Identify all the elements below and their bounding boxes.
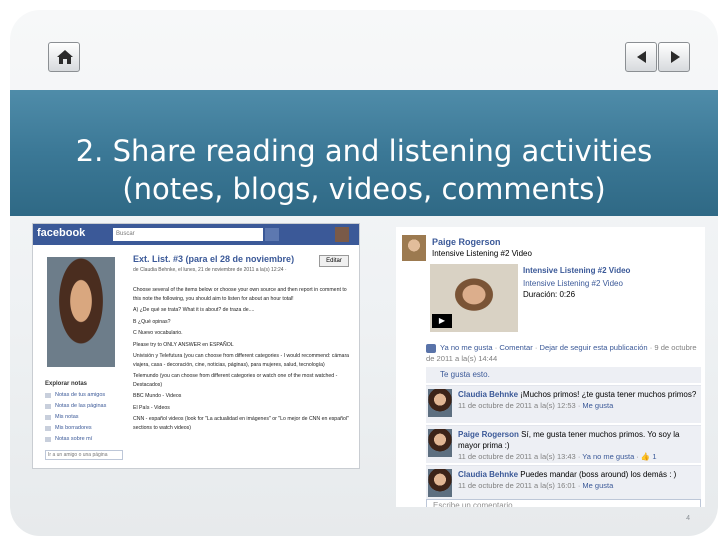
note-paragraph: C Nuevo vocabulario. <box>133 330 183 336</box>
facebook-top-bar: facebook Buscar <box>33 224 359 245</box>
unlike-link[interactable]: Ya no me gusta <box>426 343 493 352</box>
arrow-right-icon <box>671 51 680 63</box>
video-description: Intensive Listening #2 Video <box>523 279 623 288</box>
comment-link[interactable]: Comentar <box>499 343 532 352</box>
avatar <box>428 469 452 497</box>
home-icon <box>57 50 73 64</box>
search-icon[interactable] <box>265 228 279 241</box>
avatar <box>428 389 452 417</box>
video-thumbnail[interactable]: ▶ <box>430 264 518 332</box>
comment: Claudia Behnke ¡Muchos primos! ¿te gusta… <box>426 385 701 423</box>
explore-list: Notas de tus amigos Notas de las páginas… <box>45 390 130 445</box>
home-button[interactable] <box>48 42 80 72</box>
back-button[interactable] <box>625 42 657 72</box>
facebook-note-screenshot: facebook Buscar Explorar notas Notas de … <box>32 223 360 469</box>
edit-button[interactable]: Editar <box>319 255 349 267</box>
comment-date: 11 de octubre de 2011 a la(s) 16:01 <box>458 481 576 490</box>
note-meta: de Claudia Behnke, el lunes, 21 de novie… <box>133 267 287 273</box>
note-paragraph: A) ¿De qué se trata? What it is about? d… <box>133 307 255 313</box>
duration-value: 0:26 <box>559 290 576 299</box>
explore-item[interactable]: Mis notas <box>45 412 130 423</box>
comment-input[interactable]: Escribe un comentario... <box>426 499 701 507</box>
note-body: Choose several of the items below or cho… <box>133 286 351 435</box>
comment-author[interactable]: Claudia Behnke <box>458 470 518 479</box>
note-paragraph: Please try to ONLY ANSWER en ESPAÑOL <box>133 341 234 348</box>
explore-item[interactable]: Mis borradores <box>45 423 130 434</box>
facebook-logo: facebook <box>37 227 86 239</box>
note-paragraph: Telemundo (you can choose from different… <box>133 373 338 388</box>
explore-heading: Explorar notas <box>45 381 88 387</box>
play-icon[interactable]: ▶ <box>432 314 452 328</box>
note-paragraph: Choose several of the items below or cho… <box>133 287 347 302</box>
duration-label: Duración: <box>523 290 558 299</box>
title-band: 2. Share reading and listening activitie… <box>10 90 718 216</box>
avatar <box>428 429 452 457</box>
avatar <box>335 227 349 242</box>
like-link[interactable]: Me gusta <box>582 401 613 410</box>
profile-photo <box>47 257 115 367</box>
arrow-left-icon <box>637 51 646 63</box>
slide-title-line1: 2. Share reading and listening activitie… <box>75 134 653 168</box>
video-duration: Duración: 0:26 <box>523 290 575 299</box>
like-link[interactable]: Me gusta <box>582 481 613 490</box>
explore-item[interactable]: Notas sobre mí <box>45 434 130 445</box>
search-input[interactable]: Buscar <box>113 228 263 241</box>
comment-date: 11 de octubre de 2011 a la(s) 12:53 <box>458 401 576 410</box>
note-paragraph: BBC Mundo - Videos <box>133 393 182 399</box>
slide-number: 4 <box>686 515 690 522</box>
likes-row: Te gusta esto. <box>426 367 701 383</box>
explore-item[interactable]: Notas de tus amigos <box>45 390 130 401</box>
slide-title-line2: (notes, blogs, videos, comments) <box>122 172 606 206</box>
note-paragraph: CNN - español videos (look for "La actua… <box>133 416 349 431</box>
note-paragraph: B ¿Qué opinas? <box>133 318 171 325</box>
comment-date: 11 de octubre de 2011 a la(s) 13:43 <box>458 452 576 461</box>
note-paragraph: Univisión y Telefutura (you can choose f… <box>133 353 350 368</box>
unlike-link[interactable]: Ya no me gusta <box>582 452 634 461</box>
friend-page-input[interactable]: Ir a un amigo o una página <box>45 450 123 460</box>
note-title[interactable]: Ext. List. #3 (para el 28 de noviembre) <box>133 254 294 264</box>
comment-text: Puedes mandar (boss around) los demás : … <box>520 470 677 479</box>
comment: Paige Rogerson Sí, me gusta tener muchos… <box>426 425 701 463</box>
like-count-icon: 👍 <box>640 452 651 461</box>
forward-button[interactable] <box>658 42 690 72</box>
facebook-video-post-screenshot: Paige Rogerson Intensive Listening #2 Vi… <box>396 227 705 507</box>
post-author[interactable]: Paige Rogerson <box>432 237 501 247</box>
comment-author[interactable]: Paige Rogerson <box>458 430 519 439</box>
slide: 2. Share reading and listening activitie… <box>10 10 718 536</box>
explore-item[interactable]: Notas de las páginas <box>45 401 130 412</box>
avatar <box>402 235 426 261</box>
comment-author[interactable]: Claudia Behnke <box>458 390 518 399</box>
note-paragraph: El País - Videos <box>133 404 170 411</box>
unfollow-link[interactable]: Dejar de seguir esta publicación <box>540 343 648 352</box>
comment-text: ¡Muchos primos! ¿te gusta tener muchos p… <box>520 390 697 399</box>
comment: Claudia Behnke Puedes mandar (boss aroun… <box>426 465 701 503</box>
video-title[interactable]: Intensive Listening #2 Video <box>523 266 630 275</box>
post-actions: Ya no me gusta · Comentar · Dejar de seg… <box>426 343 697 363</box>
like-count[interactable]: 1 <box>652 452 656 461</box>
post-subtitle: Intensive Listening #2 Video <box>432 249 532 258</box>
